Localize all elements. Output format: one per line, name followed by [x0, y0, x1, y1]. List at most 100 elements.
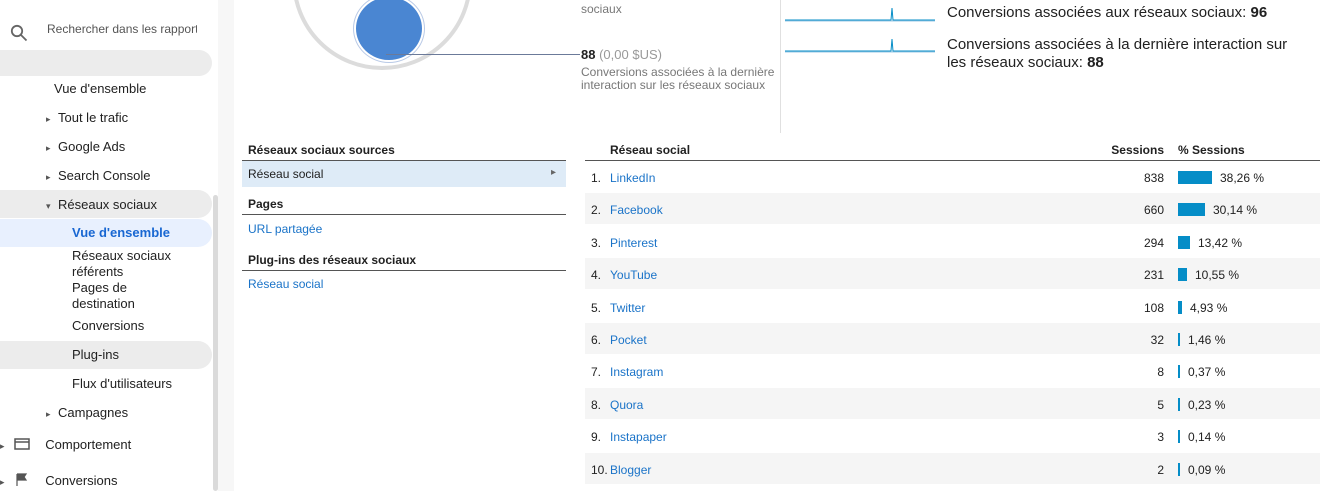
row-rank: 4.	[591, 268, 602, 283]
source-social-network[interactable]: Réseau social ▸	[242, 161, 566, 187]
row-sessions-bar	[1178, 171, 1212, 184]
assisted-conversions: Conversions associées aux réseaux sociau…	[947, 4, 1267, 22]
sidebar-item-social-referrals[interactable]: Réseaux sociaux référents	[72, 248, 171, 280]
last-interaction-sparkline	[785, 38, 935, 53]
assisted-conversions-label: Conversions associées aux réseaux sociau…	[947, 4, 1247, 21]
col-social-network[interactable]: Réseau social	[610, 143, 690, 157]
assisted-conversions-value: 96	[1250, 4, 1268, 21]
table-row[interactable]: 4. YouTube 231 10,55 %	[585, 258, 1320, 291]
sidebar-item-label: Vue d'ensemble	[54, 81, 147, 96]
row-sessions-bar	[1178, 268, 1187, 282]
sidebar-item-social-conversions[interactable]: Conversions	[72, 318, 144, 334]
caret-right-icon: ▸	[46, 143, 51, 153]
sidebar-item-social-overview[interactable]: Vue d'ensemble	[72, 225, 170, 241]
col-sessions[interactable]: Sessions	[1111, 143, 1164, 157]
table-row[interactable]: 1. LinkedIn 838 38,26 %	[585, 161, 1320, 193]
row-rank: 5.	[591, 300, 602, 315]
col-pct-sessions[interactable]: % Sessions	[1178, 143, 1245, 157]
row-pct-sessions: 4,93 %	[1190, 300, 1228, 315]
sidebar-item-user-flow[interactable]: Flux d'utilisateurs	[72, 376, 172, 392]
row-rank: 6.	[591, 333, 602, 347]
sidebar-item-plugins[interactable]: Plug-ins	[72, 347, 119, 363]
assisted-sparkline	[785, 7, 935, 22]
sidebar-item-label: Google Ads	[58, 139, 126, 154]
search-icon	[10, 24, 28, 47]
row-pct-sessions: 10,55 %	[1195, 268, 1240, 283]
row-rank: 8.	[591, 397, 602, 412]
row-pct-sessions: 0,09 %	[1188, 462, 1226, 477]
row-sessions-bar	[1178, 333, 1180, 346]
row-sessions: 838	[1143, 171, 1164, 185]
table-row[interactable]: 6. Pocket 32 1,46 %	[585, 323, 1320, 355]
source-plugin-social[interactable]: Réseau social	[248, 277, 323, 291]
row-network-link[interactable]: Instagram	[610, 365, 663, 379]
sidebar-item-campaigns[interactable]: ▸ Campagnes	[46, 405, 128, 420]
caret-right-icon: ▸	[0, 441, 5, 451]
sources-header: Réseaux sociaux sources	[242, 143, 566, 161]
assisted-label-partial: sociaux	[581, 2, 622, 16]
sidebar-item-acquisition[interactable]	[0, 50, 212, 76]
caret-right-icon: ▸	[46, 114, 51, 124]
row-network-link[interactable]: Pocket	[610, 333, 647, 347]
table-row[interactable]: 8. Quora 5 0,23 %	[585, 387, 1320, 420]
plugins-header: Plug-ins des réseaux sociaux	[242, 253, 566, 271]
row-network-link[interactable]: Quora	[610, 398, 643, 412]
row-sessions-bar	[1178, 430, 1180, 444]
behavior-icon	[13, 438, 30, 450]
row-pct-sessions: 30,14 %	[1213, 203, 1258, 218]
table-row[interactable]: 5. Twitter 108 4,93 %	[585, 291, 1320, 323]
row-sessions: 2	[1157, 462, 1164, 477]
row-sessions-bar	[1178, 397, 1180, 411]
sidebar-item-landing-pages[interactable]: Pages de destination	[72, 280, 135, 312]
source-shared-url[interactable]: URL partagée	[248, 222, 322, 236]
row-sessions-bar	[1178, 203, 1205, 217]
row-network-link[interactable]: YouTube	[610, 268, 657, 282]
last-interaction-conversions: Conversions associées à la dernière inte…	[947, 36, 1287, 72]
caret-down-icon: ▾	[46, 201, 51, 211]
row-pct-sessions: 0,37 %	[1188, 365, 1226, 380]
table-row[interactable]: 3. Pinterest 294 13,42 %	[585, 226, 1320, 258]
row-sessions: 8	[1157, 365, 1164, 380]
table-row[interactable]: 7. Instagram 8 0,37 %	[585, 355, 1320, 388]
row-pct-sessions: 13,42 %	[1198, 235, 1243, 250]
table-row[interactable]: 10. Blogger 2 0,09 %	[585, 452, 1320, 485]
row-sessions-bar	[1178, 235, 1190, 249]
caret-right-icon: ▸	[0, 477, 5, 487]
row-rank: 9.	[591, 430, 602, 445]
sidebar-item-social[interactable]: ▾ Réseaux sociaux	[46, 197, 157, 212]
sidebar-item-google-ads[interactable]: ▸ Google Ads	[46, 139, 125, 154]
row-sessions: 108	[1143, 300, 1164, 315]
sidebar-item-behavior[interactable]: ▸ Comportement	[0, 437, 131, 452]
flag-icon	[16, 473, 27, 486]
row-network-link[interactable]: Pinterest	[610, 236, 657, 250]
sidebar-item-label: Comportement	[45, 437, 132, 452]
caret-right-icon: ▸	[46, 172, 51, 182]
label-line: les réseaux sociaux:	[947, 54, 1083, 71]
table-row[interactable]: 9. Instapaper 3 0,14 %	[585, 420, 1320, 453]
sidebar-item-all-traffic[interactable]: ▸ Tout le trafic	[46, 110, 128, 125]
sidebar-item-conversions[interactable]: ▸ Conversions	[0, 473, 118, 488]
pages-header: Pages	[242, 197, 566, 215]
sidebar-item-search-console[interactable]: ▸ Search Console	[46, 168, 151, 183]
search-input[interactable]	[47, 22, 197, 36]
row-network-link[interactable]: LinkedIn	[610, 171, 655, 185]
table-row[interactable]: 2. Facebook 660 30,14 %	[585, 193, 1320, 226]
row-pct-sessions: 38,26 %	[1220, 171, 1265, 185]
row-network-link[interactable]: Blogger	[610, 463, 651, 477]
sidebar-item-label: Pages de	[72, 280, 127, 295]
row-sessions-bar	[1178, 300, 1182, 314]
chevron-right-icon: ▸	[550, 167, 556, 178]
sidebar-gutter	[218, 0, 234, 491]
row-network-link[interactable]: Twitter	[610, 301, 645, 315]
label-line: interaction sur les réseaux sociaux	[581, 78, 766, 92]
sidebar-item-label: Campagnes	[58, 405, 129, 420]
row-rank: 2.	[591, 203, 602, 218]
last-interaction-value: (0,00 $US)	[599, 47, 662, 62]
row-rank: 10.	[591, 462, 608, 477]
row-sessions: 294	[1143, 235, 1164, 250]
sidebar-item-overview[interactable]: Vue d'ensemble	[54, 81, 146, 96]
row-network-link[interactable]: Facebook	[610, 203, 663, 217]
sidebar-item-label: référents	[72, 264, 124, 279]
row-network-link[interactable]: Instapaper	[610, 430, 667, 444]
last-interaction-stat: 88 (0,00 $US)	[581, 47, 662, 62]
